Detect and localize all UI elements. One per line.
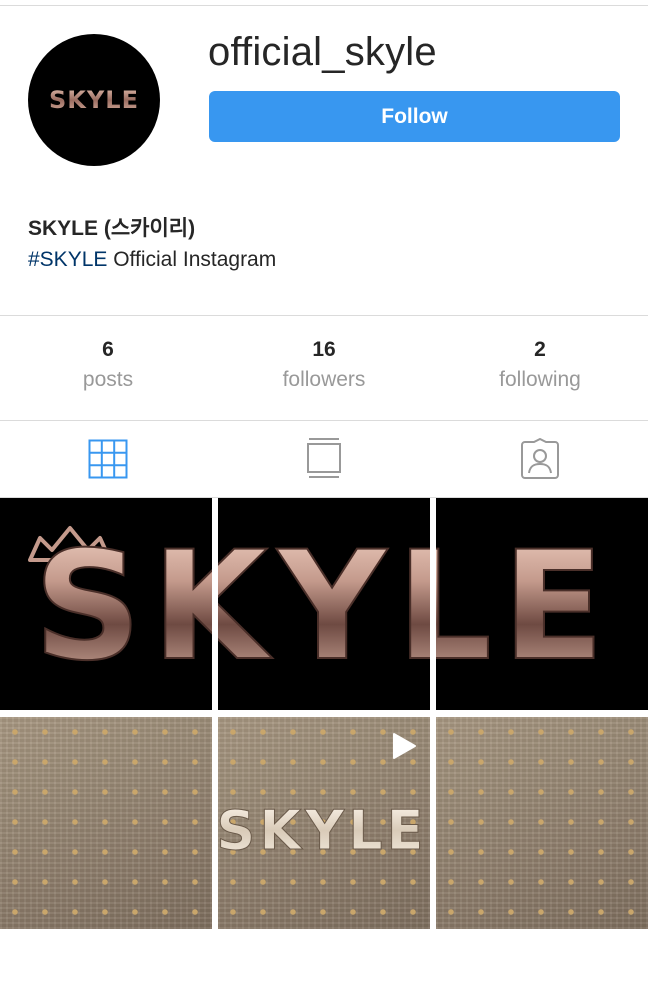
post-grid: SKYLE SKYLE — [0, 498, 648, 929]
post-logo-text: SKYLE — [216, 799, 427, 862]
profile-username: official_skyle — [208, 30, 437, 74]
stat-posts-count: 6 — [102, 338, 114, 361]
grid-gap — [430, 498, 436, 710]
follow-button[interactable]: Follow — [209, 91, 620, 142]
bio-text: Official Instagram — [107, 248, 277, 271]
profile-display-name: SKYLE (스카이리) — [28, 217, 196, 240]
profile-header: SKYLE official_skyle Follow SKYLE (스카이리)… — [0, 0, 648, 315]
tab-grid[interactable] — [0, 421, 216, 497]
bio-hashtag-link[interactable]: #SKYLE — [28, 248, 107, 271]
grid-gap — [212, 498, 218, 710]
stat-posts-label: posts — [82, 368, 134, 391]
stat-following-label: following — [499, 368, 581, 391]
post-logo-text: SKYLE — [34, 520, 615, 694]
stat-followers-label: followers — [282, 368, 366, 391]
feed-icon — [307, 438, 341, 478]
profile-bio: #SKYLE Official Instagram — [28, 248, 276, 272]
tagged-icon — [521, 438, 559, 479]
stat-posts[interactable]: 6 posts — [0, 338, 216, 392]
avatar-logo-text: SKYLE — [49, 86, 139, 114]
profile-tabs — [0, 421, 648, 497]
stat-followers-count: 16 — [312, 338, 336, 361]
post-logo-overlay: SKYLE — [216, 799, 427, 863]
stat-following[interactable]: 2 following — [432, 338, 648, 392]
tab-feed[interactable] — [216, 421, 432, 497]
grid-gap — [212, 717, 218, 929]
profile-stats: 6 posts 16 followers 2 following — [0, 316, 648, 420]
grid-icon — [88, 439, 128, 479]
tab-tagged[interactable] — [432, 421, 648, 497]
profile-avatar[interactable]: SKYLE — [28, 34, 160, 166]
avatar-logo: SKYLE — [49, 86, 139, 114]
stat-following-count: 2 — [534, 338, 546, 361]
post-logo-overlay: SKYLE — [28, 519, 615, 695]
stat-followers[interactable]: 16 followers — [216, 338, 432, 392]
grid-gap — [430, 717, 436, 929]
